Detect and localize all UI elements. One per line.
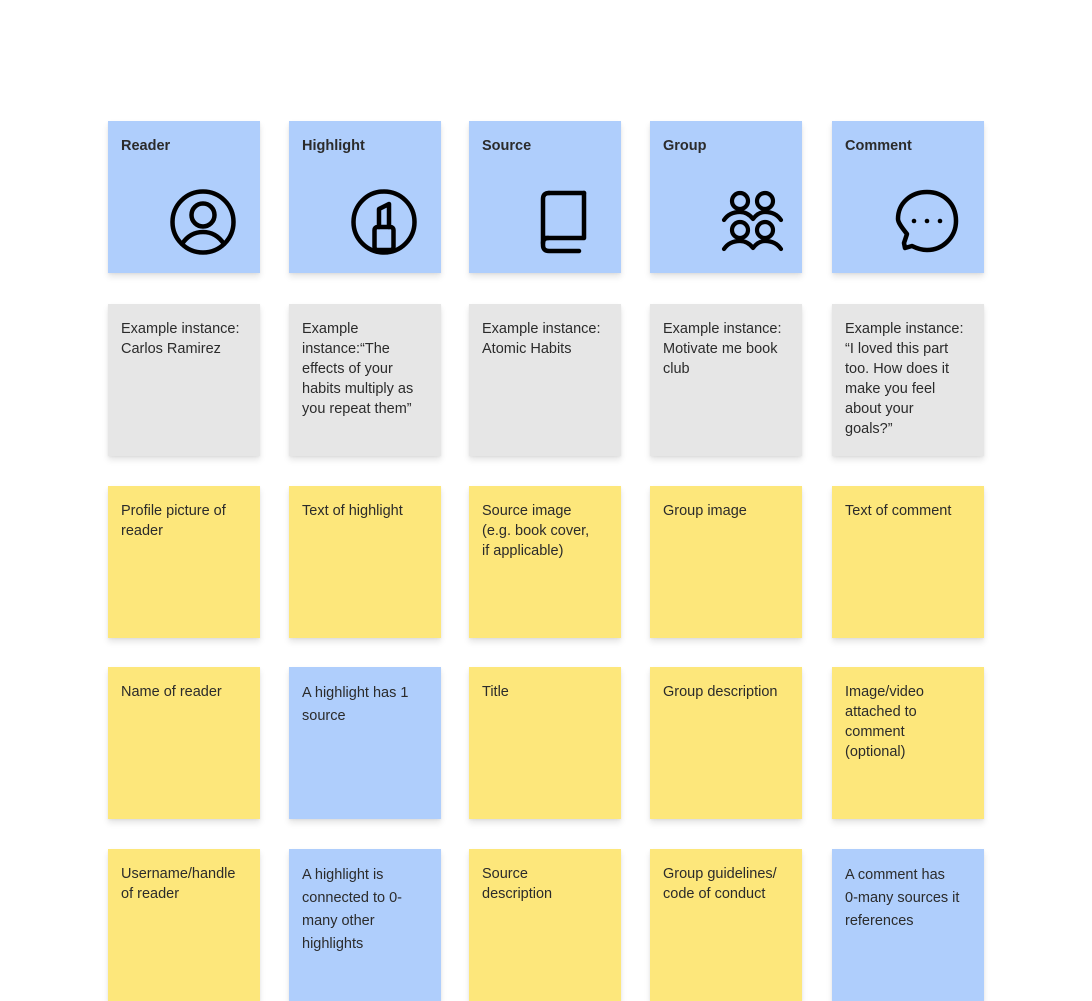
attribute-card-reader-profile-picture[interactable]: Profile picture of reader [108,486,260,638]
entity-card-source[interactable]: Source [469,121,621,273]
entity-card-group[interactable]: Group [650,121,802,273]
attribute-card-source-image[interactable]: Source image (e.g. book cover, if applic… [469,486,621,638]
note-text: Source image (e.g. book cover, if applic… [482,503,590,559]
entity-card-highlight[interactable]: Highlight [289,121,441,273]
entity-card-comment[interactable]: Comment [832,121,984,273]
user-circle-icon [168,187,238,257]
relationship-card-highlight-source[interactable]: A highlight has 1 source [289,667,441,819]
attribute-card-highlight-text[interactable]: Text of highlight [289,486,441,638]
example-text: Example instance: “I loved this part too… [845,321,964,437]
note-text: A highlight is connected to 0- many othe… [302,867,402,952]
note-text: Text of comment [845,503,952,519]
book-icon [529,187,599,257]
note-text: Text of highlight [302,503,403,519]
note-text: A highlight has 1 source [302,685,409,724]
example-text: Example instance: Carlos Ramirez [121,321,240,357]
attribute-card-comment-text[interactable]: Text of comment [832,486,984,638]
example-text: Example instance: Motivate me book club [663,321,782,377]
note-text: Profile picture of reader [121,503,226,539]
note-text: Group description [663,684,778,700]
relationship-card-highlight-highlights[interactable]: A highlight is connected to 0- many othe… [289,849,441,1001]
highlighter-circle-icon [349,187,419,257]
entity-title: Comment [845,138,912,154]
group-icon [718,187,788,257]
chat-bubble-icon [892,187,962,257]
example-card-comment[interactable]: Example instance: “I loved this part too… [832,304,984,456]
note-text: Image/video attached to comment (optiona… [845,684,924,760]
attribute-card-reader-username[interactable]: Username/handle of reader [108,849,260,1001]
note-text: Username/handle of reader [121,866,236,902]
example-card-group[interactable]: Example instance: Motivate me book club [650,304,802,456]
entity-title: Source [482,138,532,154]
entity-card-reader[interactable]: Reader [108,121,260,273]
note-text: Source description [482,866,553,902]
example-card-highlight[interactable]: Example instance:“The effects of your ha… [289,304,441,456]
attribute-card-reader-name[interactable]: Name of reader [108,667,260,819]
note-text: Name of reader [121,684,222,700]
attribute-card-group-guidelines[interactable]: Group guidelines/ code of conduct [650,849,802,1001]
example-text: Example instance:“The effects of your ha… [302,321,414,417]
attribute-card-source-title[interactable]: Title [469,667,621,819]
whiteboard-canvas: Reader Example instance: Carlos Ramirez … [0,0,1092,1001]
note-text: Group guidelines/ code of conduct [663,866,777,902]
entity-title: Reader [121,138,171,154]
relationship-card-comment-sources[interactable]: A comment has 0-many sources it referenc… [832,849,984,1001]
attribute-card-source-description[interactable]: Source description [469,849,621,1001]
attribute-card-group-description[interactable]: Group description [650,667,802,819]
note-text: Title [482,684,509,700]
entity-title: Group [663,138,707,154]
note-text: A comment has 0-many sources it referenc… [845,867,960,929]
attribute-card-group-image[interactable]: Group image [650,486,802,638]
entity-title: Highlight [302,138,365,154]
example-card-source[interactable]: Example instance: Atomic Habits [469,304,621,456]
example-card-reader[interactable]: Example instance: Carlos Ramirez [108,304,260,456]
example-text: Example instance: Atomic Habits [482,321,601,357]
note-text: Group image [663,503,747,519]
attribute-card-comment-media[interactable]: Image/video attached to comment (optiona… [832,667,984,819]
